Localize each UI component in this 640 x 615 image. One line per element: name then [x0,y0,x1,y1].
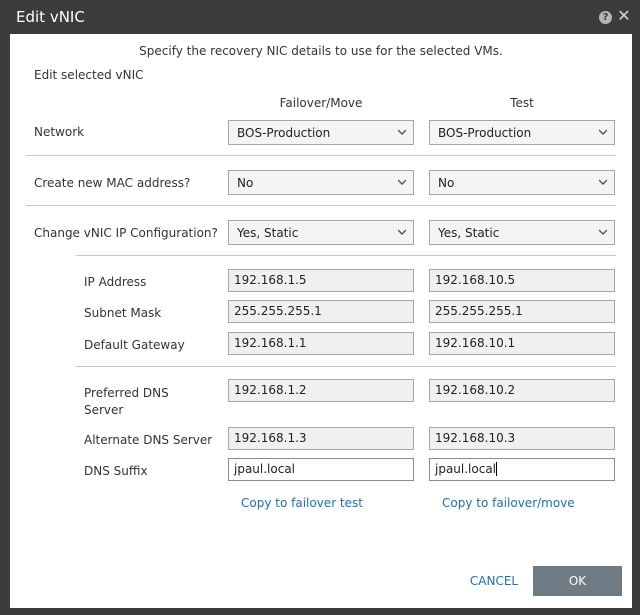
dialog-titlebar: Edit vNIC ? ✕ [0,0,640,34]
preferred-dns-test-field[interactable]: 192.168.10.2 [429,379,615,402]
copy-to-failover-test-link[interactable]: Copy to failover test [241,496,363,510]
copy-to-failover-move-link[interactable]: Copy to failover/move [442,496,575,510]
ip-address-failover-field[interactable]: 192.168.1.5 [228,269,414,292]
edit-vnic-dialog: Edit vNIC ? ✕ Specify the recovery NIC d… [0,0,640,615]
dialog-body: Specify the recovery NIC details to use … [10,34,632,608]
mac-label: Create new MAC address? [34,176,191,190]
mac-failover-value: No [237,176,254,190]
section-label: Edit selected vNIC [34,68,144,82]
chevron-down-icon [398,129,406,135]
ipconfig-failover-select[interactable]: Yes, Static [228,220,414,245]
subnet-mask-label: Subnet Mask [84,306,162,320]
network-label: Network [34,125,85,139]
dns-suffix-test-value: jpaul.local [435,462,497,476]
chevron-down-icon [599,179,607,185]
default-gateway-failover-field[interactable]: 192.168.1.1 [228,332,414,355]
ipconfig-failover-value: Yes, Static [237,226,299,240]
preferred-dns-failover-field[interactable]: 192.168.1.2 [228,379,414,402]
subnet-mask-failover-field[interactable]: 255.255.255.1 [228,300,414,323]
default-gateway-test-field[interactable]: 192.168.10.1 [429,332,615,355]
preferred-dns-label: Preferred DNS [84,386,169,400]
default-gateway-label: Default Gateway [84,338,185,352]
ok-button[interactable]: OK [533,566,622,596]
ipconfig-label: Change vNIC IP Configuration? [34,226,218,240]
network-failover-select[interactable]: BOS-Production [228,120,414,145]
dns-suffix-label: DNS Suffix [84,464,148,478]
network-test-value: BOS-Production [438,126,532,140]
divider [26,155,616,156]
column-header-test: Test [510,96,534,110]
text-cursor [496,462,498,476]
dns-suffix-test-field[interactable]: jpaul.local [429,458,615,481]
alternate-dns-label: Alternate DNS Server [84,433,213,447]
chevron-down-icon [599,129,607,135]
preferred-dns-label-line2: Server [84,403,124,417]
dns-suffix-failover-value: jpaul.local [234,462,296,476]
close-icon[interactable]: ✕ [616,7,632,25]
dns-suffix-failover-field[interactable]: jpaul.local [228,458,414,481]
help-icon[interactable]: ? [599,11,612,24]
ip-address-test-field[interactable]: 192.168.10.5 [429,269,615,292]
chevron-down-icon [398,179,406,185]
ipconfig-test-select[interactable]: Yes, Static [429,220,615,245]
dialog-title: Edit vNIC [16,8,85,26]
network-failover-value: BOS-Production [237,126,331,140]
chevron-down-icon [398,229,406,235]
intro-text: Specify the recovery NIC details to use … [139,44,503,58]
mac-test-select[interactable]: No [429,170,615,195]
cancel-button[interactable]: CANCEL [466,566,522,596]
alternate-dns-failover-field[interactable]: 192.168.1.3 [228,427,414,450]
divider [26,205,616,206]
subnet-mask-test-field[interactable]: 255.255.255.1 [429,300,615,323]
chevron-down-icon [599,229,607,235]
mac-failover-select[interactable]: No [228,170,414,195]
ipconfig-test-value: Yes, Static [438,226,500,240]
divider [76,366,616,367]
divider [76,255,616,256]
ip-address-label: IP Address [84,275,147,289]
column-header-failover: Failover/Move [279,96,363,110]
network-test-select[interactable]: BOS-Production [429,120,615,145]
alternate-dns-test-field[interactable]: 192.168.10.3 [429,427,615,450]
mac-test-value: No [438,176,455,190]
